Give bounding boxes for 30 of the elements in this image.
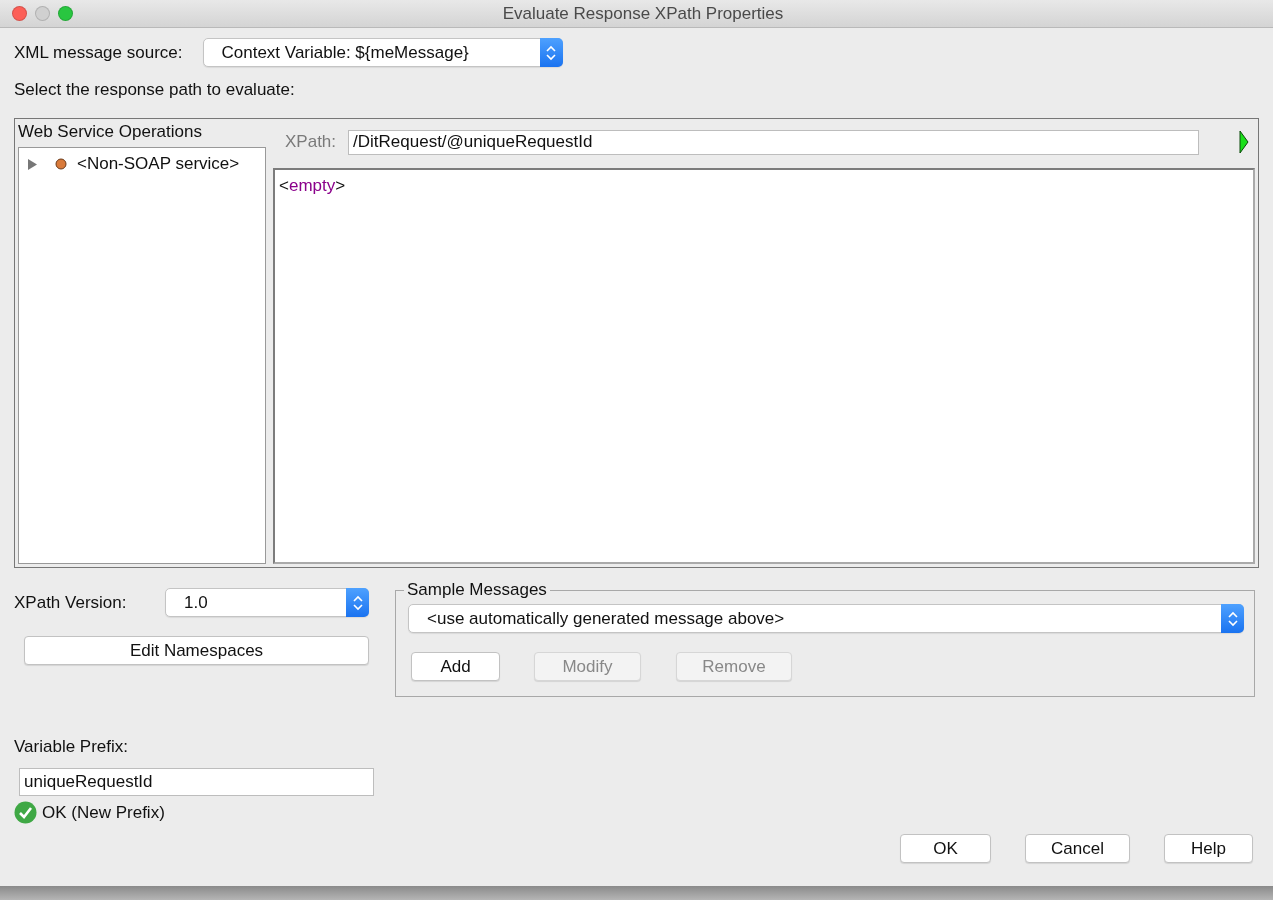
- dialog-button[interactable]: Cancel: [1025, 834, 1130, 863]
- sample-message-select[interactable]: <use automatically generated message above>: [408, 604, 1244, 633]
- xpath-version-select[interactable]: 1.0: [165, 588, 369, 617]
- result-text: <empty>: [279, 176, 346, 195]
- expand-icon[interactable]: [27, 158, 37, 170]
- xpath-version-label: XPath Version:: [14, 592, 127, 613]
- stepper-icon: [539, 38, 563, 67]
- dialog-button[interactable]: OK: [900, 834, 991, 863]
- variable-prefix-field[interactable]: uniqueRequestId: [19, 768, 374, 796]
- message-source-label: XML message source:: [14, 42, 183, 63]
- variable-prefix-label: Variable Prefix:: [14, 737, 129, 757]
- xpath-field[interactable]: /DitRequest/@uniqueRequestId: [348, 129, 1199, 155]
- stepper-icon: [1221, 604, 1244, 633]
- message-source-select[interactable]: Context Variable: ${meMessage}: [202, 38, 563, 67]
- service-icon: [55, 158, 67, 170]
- play-icon[interactable]: [1239, 130, 1249, 154]
- operations-title: Web Service Operations: [18, 122, 203, 143]
- window-title: Evaluate Response XPath Properties: [501, 3, 785, 24]
- dialog-button[interactable]: Help: [1164, 834, 1253, 863]
- edit-namespaces-button[interactable]: Edit Namespaces: [24, 636, 369, 665]
- stepper-icon: [346, 588, 369, 617]
- sample-action-button[interactable]: Add: [411, 652, 500, 681]
- prefix-status-text: OK (New Prefix): [42, 802, 165, 823]
- xpath-label: XPath:: [285, 132, 337, 152]
- tree-item[interactable]: <Non-SOAP service>: [77, 154, 240, 174]
- instruction-text: Select the response path to evaluate:: [14, 80, 295, 100]
- minimize-button[interactable]: [35, 6, 50, 21]
- zoom-button[interactable]: [58, 6, 73, 21]
- sample-messages-title: Sample Messages: [406, 580, 548, 600]
- close-button[interactable]: [12, 6, 27, 21]
